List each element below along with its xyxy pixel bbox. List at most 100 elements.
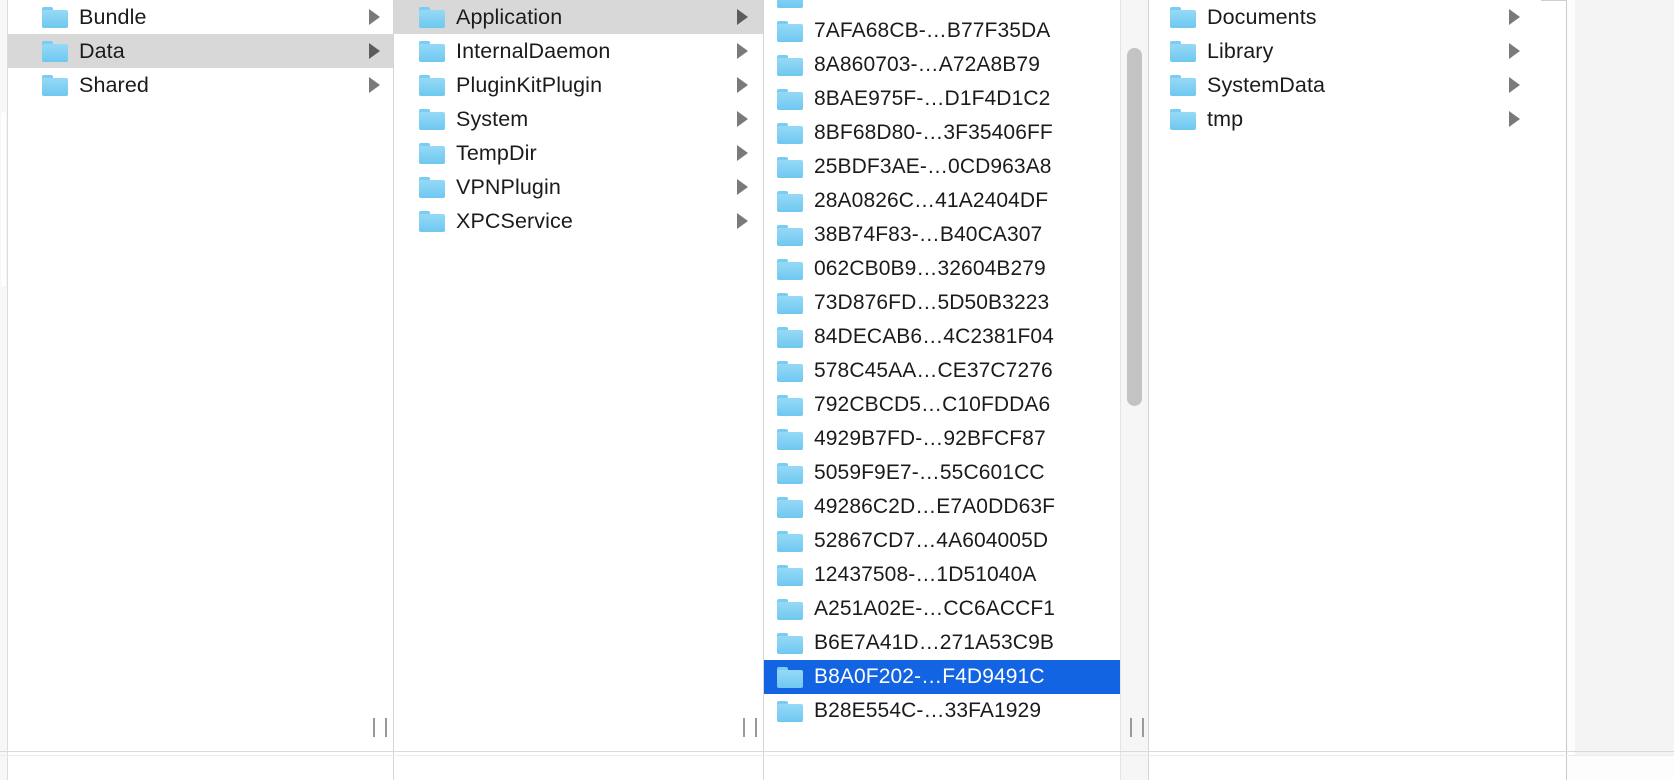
file-row[interactable]: 792CBCD5…C10FDDA6 xyxy=(764,388,1148,422)
disclosure-arrow-icon[interactable] xyxy=(731,42,753,60)
disclosure-arrow-icon[interactable] xyxy=(363,76,385,94)
file-row[interactable]: 38B74F83-…B40CA307 xyxy=(764,218,1148,252)
column-3-scrollbar-thumb[interactable] xyxy=(1127,48,1142,406)
file-row[interactable]: Shared xyxy=(8,68,393,102)
folder-icon xyxy=(777,292,803,314)
file-row[interactable]: 578C45AA…CE37C7276 xyxy=(764,354,1148,388)
disclosure-arrow-icon[interactable] xyxy=(1503,8,1525,26)
file-row-label: 4929B7FD-…92BFCF87 xyxy=(814,427,1046,450)
file-row[interactable]: Application xyxy=(394,0,763,34)
column-sliver-left[interactable] xyxy=(0,0,8,780)
file-row[interactable]: B8A0F202-…F4D9491C xyxy=(764,660,1148,694)
file-row-label: Application xyxy=(456,5,563,29)
file-row[interactable]: Data xyxy=(8,34,393,68)
folder-icon xyxy=(419,6,445,28)
disclosure-arrow-icon[interactable] xyxy=(1503,110,1525,128)
file-row-label: 73D876FD…5D50B3223 xyxy=(814,291,1050,314)
folder-icon xyxy=(42,40,68,62)
column-3-resize-grip[interactable] xyxy=(1130,716,1144,738)
file-row[interactable] xyxy=(764,0,1148,14)
finder-column-4[interactable]: Documents Library SystemData tmp xyxy=(1149,0,1541,780)
file-row[interactable]: 49286C2D…E7A0DD63F xyxy=(764,490,1148,524)
file-row[interactable]: XPCService xyxy=(394,204,763,238)
file-row-label: A251A02E-…CC6ACCF1 xyxy=(814,597,1056,620)
folder-icon xyxy=(777,496,803,518)
file-row[interactable]: Library xyxy=(1149,34,1541,68)
column-3-scrollbar-track[interactable] xyxy=(1120,0,1148,780)
column-2-resize-grip[interactable] xyxy=(743,716,757,738)
disclosure-arrow-icon[interactable] xyxy=(731,110,753,128)
disclosure-arrow-icon[interactable] xyxy=(1503,42,1525,60)
file-row[interactable]: PluginKitPlugin xyxy=(394,68,763,102)
disclosure-arrow-icon[interactable] xyxy=(363,42,385,60)
file-row[interactable]: Bundle xyxy=(8,0,393,34)
file-row-label: 8BAE975F-…D1F4D1C2 xyxy=(814,87,1051,110)
file-row[interactable]: TempDir xyxy=(394,136,763,170)
file-row[interactable]: B28E554C-…33FA1929 xyxy=(764,694,1148,728)
file-row[interactable]: 84DECAB6…4C2381F04 xyxy=(764,320,1148,354)
file-row[interactable]: SystemData xyxy=(1149,68,1541,102)
file-row[interactable]: Documents xyxy=(1149,0,1541,34)
column-sliver-scrollbar[interactable] xyxy=(1,112,6,287)
file-row[interactable]: 73D876FD…5D50B3223 xyxy=(764,286,1148,320)
folder-icon xyxy=(777,190,803,212)
disclosure-arrow-icon[interactable] xyxy=(731,144,753,162)
file-row-label: Library xyxy=(1207,39,1274,63)
folder-icon xyxy=(419,176,445,198)
file-row-label: 52867CD7…4A604005D xyxy=(814,529,1049,552)
folder-icon xyxy=(419,210,445,232)
file-row[interactable]: 28A0826C…41A2404DF xyxy=(764,184,1148,218)
file-row[interactable]: 52867CD7…4A604005D xyxy=(764,524,1148,558)
file-row[interactable]: System xyxy=(394,102,763,136)
file-row[interactable]: 8BAE975F-…D1F4D1C2 xyxy=(764,82,1148,116)
file-row-label: 7AFA68CB-…B77F35DA xyxy=(814,19,1051,42)
file-row[interactable]: A251A02E-…CC6ACCF1 xyxy=(764,592,1148,626)
bottom-rule-secondary xyxy=(0,755,1674,756)
file-row[interactable]: 062CB0B9…32604B279 xyxy=(764,252,1148,286)
folder-icon xyxy=(777,632,803,654)
file-row[interactable]: 12437508-…1D51040A xyxy=(764,558,1148,592)
file-row[interactable]: B6E7A41D…271A53C9B xyxy=(764,626,1148,660)
column-4-rows: Documents Library SystemData tmp xyxy=(1149,0,1541,136)
folder-icon xyxy=(419,142,445,164)
folder-icon xyxy=(419,74,445,96)
disclosure-arrow-icon[interactable] xyxy=(1503,76,1525,94)
file-row-label: 578C45AA…CE37C7276 xyxy=(814,359,1053,382)
file-row[interactable]: 8A860703-…A72A8B79 xyxy=(764,48,1148,82)
file-row-label: 12437508-…1D51040A xyxy=(814,563,1037,586)
folder-icon xyxy=(1170,108,1196,130)
file-row-label: Documents xyxy=(1207,5,1317,29)
finder-column-3[interactable]: 7AFA68CB-…B77F35DA 8A860703-…A72A8B79 8BAE… xyxy=(764,0,1148,780)
window-right-edge-inner xyxy=(1575,0,1674,756)
disclosure-arrow-icon[interactable] xyxy=(363,8,385,26)
disclosure-arrow-icon[interactable] xyxy=(731,76,753,94)
file-row[interactable]: 4929B7FD-…92BFCF87 xyxy=(764,422,1148,456)
file-row[interactable]: 8BF68D80-…3F35406FF xyxy=(764,116,1148,150)
disclosure-arrow-icon[interactable] xyxy=(731,178,753,196)
file-row[interactable]: 5059F9E7-…55C601CC xyxy=(764,456,1148,490)
file-row-label: 49286C2D…E7A0DD63F xyxy=(814,495,1056,518)
file-row-label: Shared xyxy=(79,73,149,97)
folder-icon xyxy=(777,20,803,42)
disclosure-arrow-icon[interactable] xyxy=(731,212,753,230)
finder-column-2[interactable]: Application InternalDaemon PluginKitPlugin… xyxy=(394,0,763,780)
folder-icon xyxy=(777,700,803,722)
folder-icon xyxy=(777,360,803,382)
file-row[interactable]: InternalDaemon xyxy=(394,34,763,68)
file-row[interactable]: VPNPlugin xyxy=(394,170,763,204)
column-3-rows: 7AFA68CB-…B77F35DA 8A860703-…A72A8B79 8BAE… xyxy=(764,0,1148,728)
folder-icon xyxy=(777,428,803,450)
file-row-label: 38B74F83-…B40CA307 xyxy=(814,223,1043,246)
folder-icon xyxy=(777,258,803,280)
file-row[interactable]: 25BDF3AE-…0CD963A8 xyxy=(764,150,1148,184)
file-row-label: tmp xyxy=(1207,107,1244,131)
file-row-label: 8A860703-…A72A8B79 xyxy=(814,53,1040,76)
file-row[interactable]: 7AFA68CB-…B77F35DA xyxy=(764,14,1148,48)
column-1-resize-grip[interactable] xyxy=(373,716,387,738)
file-row[interactable]: tmp xyxy=(1149,102,1541,136)
disclosure-arrow-icon[interactable] xyxy=(731,8,753,26)
folder-icon xyxy=(777,88,803,110)
folder-icon xyxy=(777,530,803,552)
folder-icon xyxy=(42,6,68,28)
finder-column-1[interactable]: Bundle Data Shared xyxy=(8,0,393,780)
